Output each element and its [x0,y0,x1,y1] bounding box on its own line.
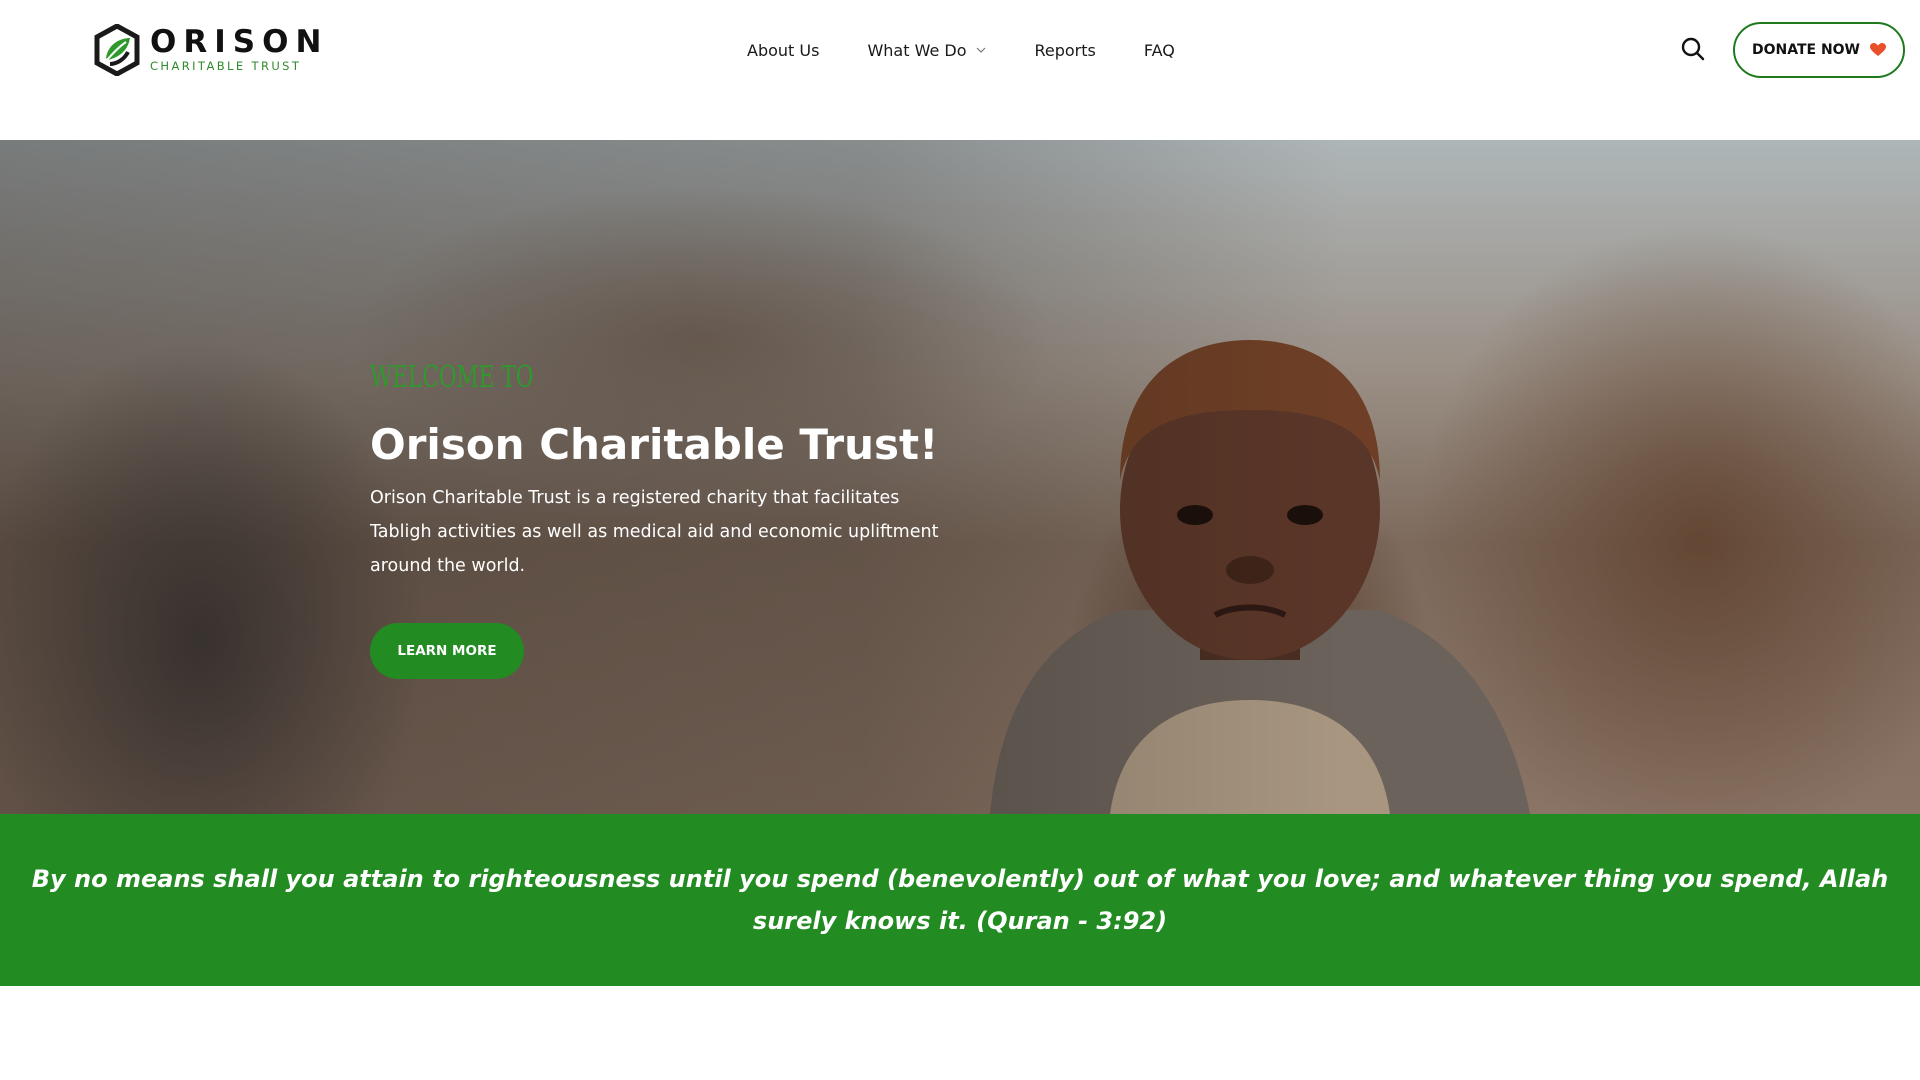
site-header: ORISON CHARITABLE TRUST About Us What We… [0,0,1920,140]
logo-subtitle: CHARITABLE TRUST [150,59,302,73]
quote-banner: By no means shall you attain to righteou… [0,814,1920,986]
site-logo[interactable]: ORISON CHARITABLE TRUST [94,24,328,76]
nav-item-label: What We Do [867,40,967,60]
quote-text: By no means shall you attain to righteou… [31,865,1889,935]
learn-more-button[interactable]: LEARN MORE [370,623,524,679]
donate-now-button[interactable]: DONATE NOW [1733,22,1905,78]
chevron-down-icon [977,47,986,53]
hero-overlay [0,140,1920,814]
logo-mark-icon [94,24,140,76]
nav-item-about-us[interactable]: About Us [747,41,819,60]
hero-banner: Welcome To Orison Charitable Trust! Oris… [0,140,1920,814]
heart-icon [1870,43,1887,56]
hero-description: Orison Charitable Trust is a registered … [370,488,939,576]
logo-name: ORISON [150,24,329,60]
nav-item-what-we-do[interactable]: What We Do [867,41,986,60]
hero-eyebrow: Welcome To [370,360,534,395]
hero-title: Orison Charitable Trust! [370,420,939,469]
main-nav: About Us What We Do Reports FAQ [747,38,1175,62]
donate-label: DONATE NOW [1751,42,1861,58]
nav-item-faq[interactable]: FAQ [1144,41,1175,60]
search-icon [1681,37,1705,61]
nav-item-reports[interactable]: Reports [1034,41,1095,60]
search-button[interactable] [1680,36,1706,62]
hero-content: Welcome To Orison Charitable Trust! Oris… [370,360,960,679]
